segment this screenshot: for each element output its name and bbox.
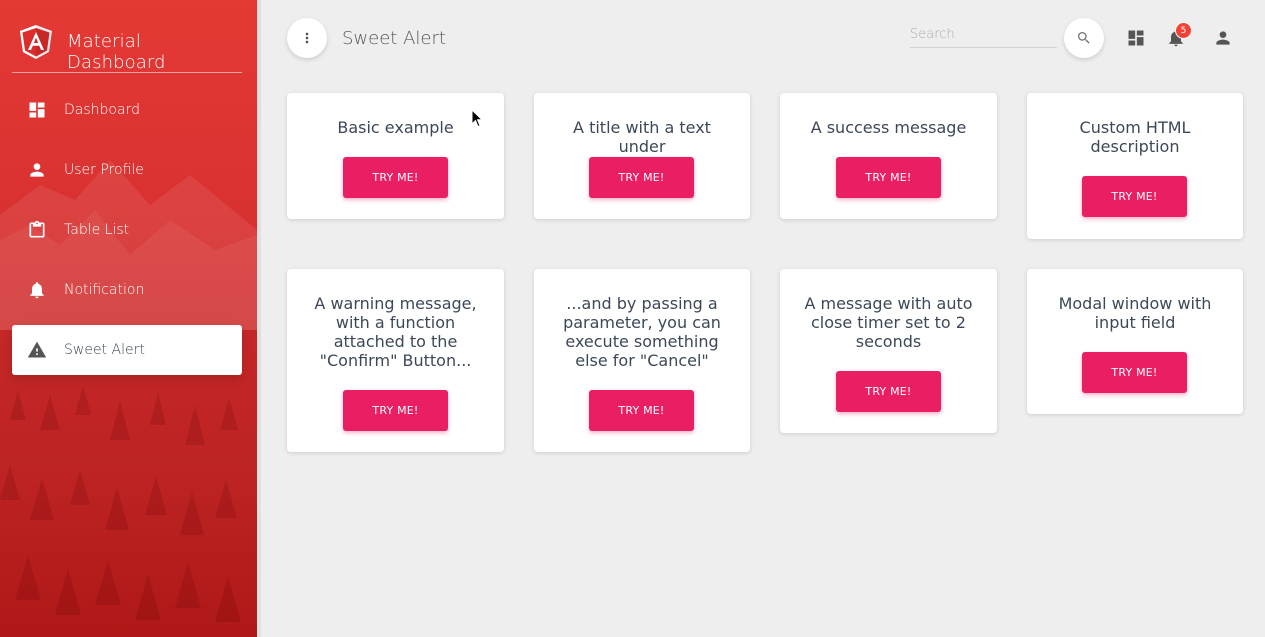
try-me-button[interactable]: TRY ME! — [1082, 176, 1187, 217]
sidebar-divider — [257, 0, 261, 637]
card-cancel-parameter: ...and by passing a parameter, you can e… — [534, 269, 750, 452]
try-me-button[interactable]: TRY ME! — [343, 157, 448, 198]
person-icon[interactable] — [1213, 28, 1233, 48]
sidebar-nav: Dashboard User Profile Table List Notifi… — [12, 85, 242, 385]
sidebar-item-label: Sweet Alert — [64, 342, 145, 358]
card-title: A warning message, with a function attac… — [314, 294, 477, 370]
try-me-button[interactable]: TRY ME! — [343, 390, 448, 431]
try-me-button[interactable]: TRY ME! — [1082, 352, 1187, 393]
sidebar-item-label: User Profile — [64, 162, 144, 178]
person-icon — [30, 163, 44, 177]
bell-icon — [30, 282, 44, 299]
try-me-button[interactable]: TRY ME! — [836, 157, 941, 198]
card-basic-example: Basic example TRY ME! — [287, 93, 504, 219]
try-me-button[interactable]: TRY ME! — [836, 371, 941, 412]
brand-name: Material Dashboard — [67, 31, 166, 73]
warning-icon — [27, 341, 47, 358]
sidebar-item-dashboard[interactable]: Dashboard — [12, 85, 242, 135]
page-title: Sweet Alert — [342, 28, 446, 49]
card-custom-html: Custom HTML description TRY ME! — [1027, 93, 1243, 239]
sidebar-toggle-button[interactable] — [287, 18, 327, 58]
card-title: A message with auto close timer set to 2… — [804, 294, 973, 351]
search-input[interactable] — [910, 24, 1057, 48]
sidebar-item-table-list[interactable]: Table List — [12, 205, 242, 255]
card-title: Modal window with input field — [1058, 294, 1212, 332]
sidebar-item-label: Table List — [64, 222, 130, 238]
sidebar: Material Dashboard Dashboard User Profil… — [0, 0, 257, 637]
sidebar-item-sweet-alert[interactable]: Sweet Alert — [12, 325, 242, 375]
card-title: Basic example — [337, 118, 454, 137]
card-auto-close-timer: A message with auto close timer set to 2… — [780, 269, 997, 433]
sidebar-item-user-profile[interactable]: User Profile — [12, 145, 242, 195]
try-me-button[interactable]: TRY ME! — [589, 157, 694, 198]
sidebar-item-label: Dashboard — [64, 102, 140, 118]
card-success-message: A success message TRY ME! — [780, 93, 997, 219]
card-warning-message: A warning message, with a function attac… — [287, 269, 504, 452]
more-vert-icon — [305, 32, 309, 44]
card-title: Custom HTML description — [1079, 118, 1191, 156]
try-me-button[interactable]: TRY ME! — [589, 390, 694, 431]
card-title: A title with a text under — [573, 118, 711, 156]
notification-badge: 5 — [1175, 22, 1192, 39]
dashboard-icon[interactable] — [1126, 28, 1146, 48]
card-title-with-text: A title with a text under TRY ME! — [534, 93, 750, 219]
card-modal-input: Modal window with input field TRY ME! — [1027, 269, 1243, 414]
clipboard-icon — [29, 220, 45, 238]
sidebar-item-label: Notification — [64, 282, 145, 298]
dashboard-icon — [29, 102, 45, 118]
sidebar-item-notification[interactable]: Notification — [12, 265, 242, 315]
brand[interactable]: Material Dashboard — [12, 0, 242, 73]
card-title: A success message — [810, 118, 967, 137]
angular-logo-icon — [20, 25, 52, 59]
search-icon — [1078, 32, 1090, 44]
card-title: ...and by passing a parameter, you can e… — [563, 294, 721, 370]
search-button[interactable] — [1064, 18, 1104, 58]
